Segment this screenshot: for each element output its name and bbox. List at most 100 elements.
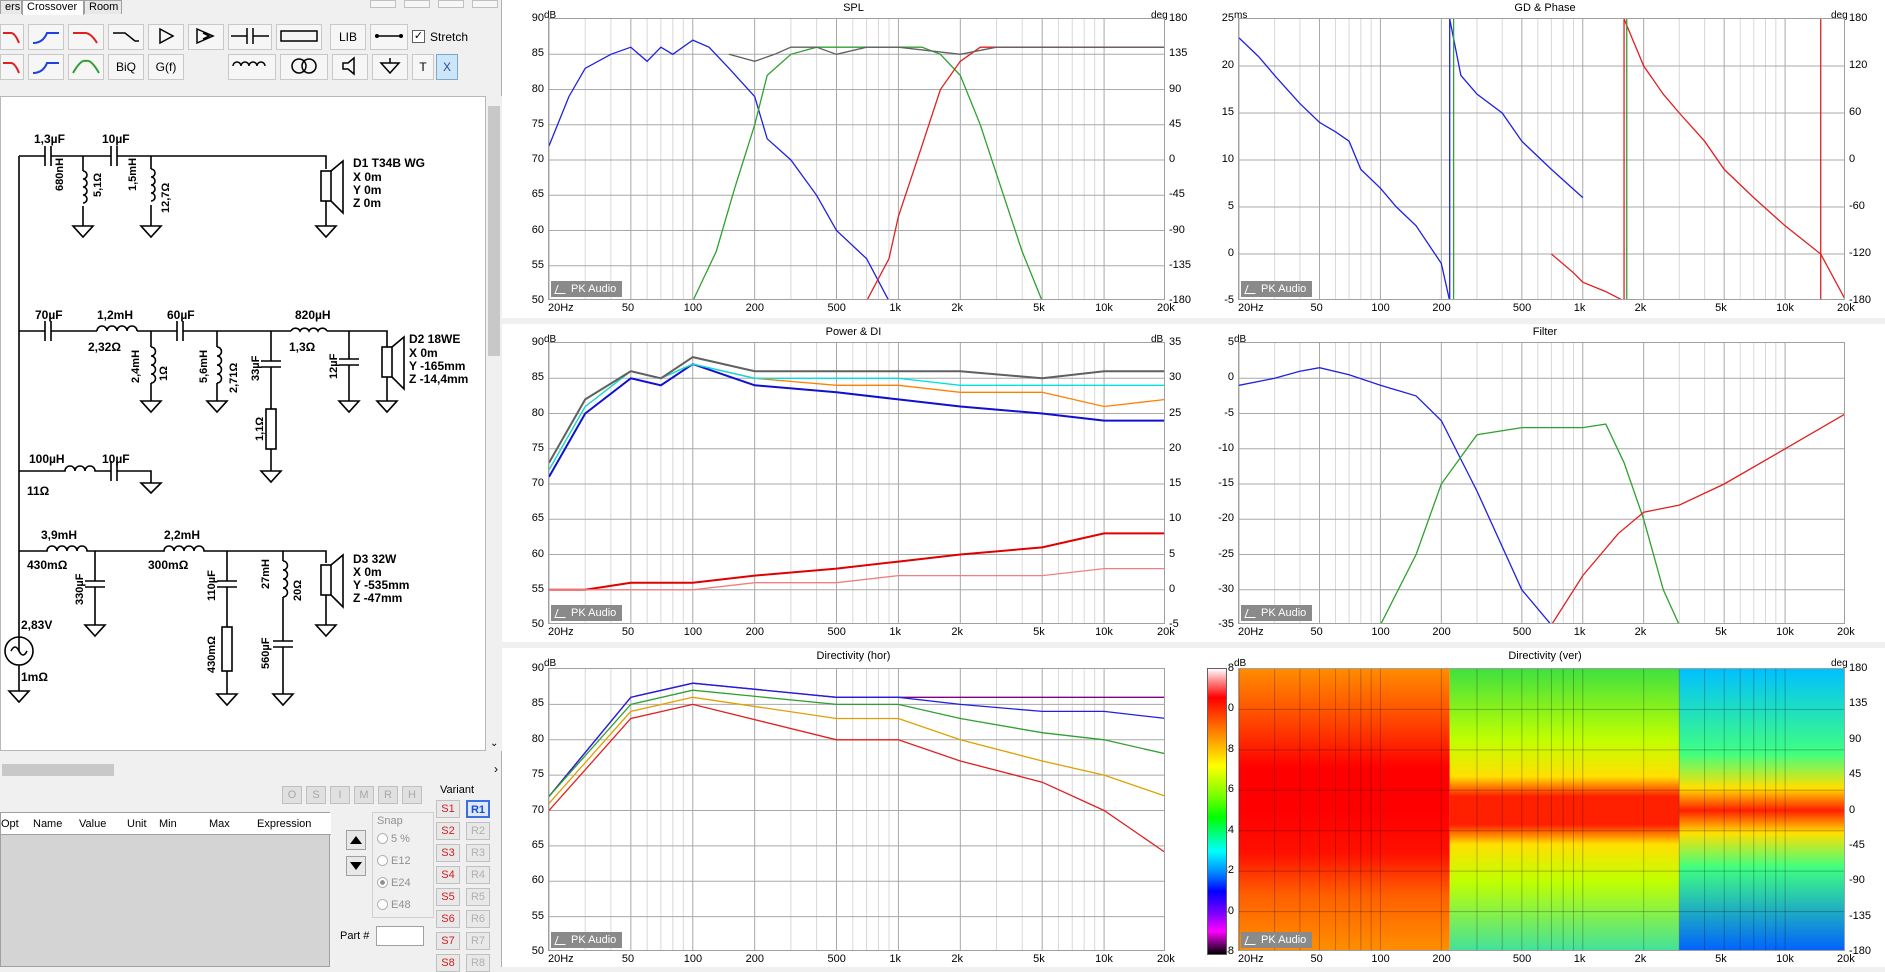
plot-area-gd[interactable]: PK Audio xyxy=(1238,18,1845,300)
amplifier-icon[interactable] xyxy=(188,24,224,50)
schematic-label: Y 0m xyxy=(353,183,381,197)
toolbar-button-d[interactable] xyxy=(472,0,498,8)
variant-s6[interactable]: S6 xyxy=(436,910,460,928)
bandpass-button[interactable] xyxy=(68,54,104,80)
snap-option[interactable]: 5 % xyxy=(377,833,410,845)
shelf-filter-button[interactable] xyxy=(108,24,144,50)
lowpass-red2-button[interactable] xyxy=(68,24,104,50)
schematic-canvas[interactable]: 1,3µF 10µF 680nH 5,1Ω 1,5mH 12,7Ω D1 T34B WG X … xyxy=(0,96,486,751)
tab-crossover[interactable]: Crossover xyxy=(22,0,84,15)
radio-icon[interactable] xyxy=(377,855,388,866)
plot-svg xyxy=(1239,669,1844,950)
capacitor-icon[interactable] xyxy=(228,24,272,50)
x-tick: 10k xyxy=(1776,302,1794,314)
plot-area-filt[interactable]: PK Audio xyxy=(1238,342,1845,624)
schematic-label: 2,2mH xyxy=(164,528,200,542)
text-tool-button[interactable]: T xyxy=(412,54,434,80)
schematic-vertical-scrollbar[interactable]: ⌄ xyxy=(486,96,502,751)
variant-r1[interactable]: R1 xyxy=(466,800,490,818)
move-down-button[interactable] xyxy=(346,856,366,876)
variant-s8[interactable]: S8 xyxy=(436,954,460,972)
parameter-table[interactable]: Opt Name Value Unit Min Max Expression xyxy=(0,812,331,967)
variant-r2[interactable]: R2 xyxy=(466,822,490,840)
optimizer-button-o[interactable]: O xyxy=(282,786,302,804)
vertical-scroll-thumb[interactable] xyxy=(488,106,500,356)
plot-area-dirv[interactable]: PK Audio xyxy=(1238,668,1845,951)
variant-r4[interactable]: R4 xyxy=(466,866,490,884)
speaker-icon[interactable] xyxy=(332,54,368,80)
y-tick-left: 90 xyxy=(531,336,544,348)
y-tick-left: 90 xyxy=(531,12,544,24)
highpass-blue-button[interactable] xyxy=(28,24,64,50)
schematic-label: 2,83V xyxy=(21,618,52,632)
toolbar-button-a[interactable] xyxy=(370,0,396,8)
transformer-icon[interactable] xyxy=(280,54,328,80)
gf-button[interactable]: G(f) xyxy=(148,54,184,80)
y-tick-right: 0 xyxy=(1169,582,1176,595)
panel-title: SPL xyxy=(843,2,864,14)
play-icon[interactable] xyxy=(148,24,184,50)
snap-option[interactable]: E12 xyxy=(377,855,411,867)
horizontal-scroll-thumb[interactable] xyxy=(2,764,114,776)
column-value[interactable]: Value xyxy=(79,818,106,830)
highpass-button-2[interactable] xyxy=(28,54,64,80)
schematic-label: Z -47mm xyxy=(353,591,402,605)
variant-s4[interactable]: S4 xyxy=(436,866,460,884)
column-expression[interactable]: Expression xyxy=(257,818,311,830)
variant-r3[interactable]: R3 xyxy=(466,844,490,862)
scroll-down-icon[interactable]: ⌄ xyxy=(490,738,498,749)
stretch-checkbox[interactable]: ✓ xyxy=(412,30,425,43)
x-tick: 200 xyxy=(1432,953,1451,965)
resistor-icon[interactable] xyxy=(276,24,322,50)
column-min[interactable]: Min xyxy=(159,818,177,830)
optimizer-button-s[interactable]: S xyxy=(306,786,326,804)
move-up-button[interactable] xyxy=(346,830,366,850)
optimizer-button-m[interactable]: M xyxy=(354,786,374,804)
column-max[interactable]: Max xyxy=(209,818,230,830)
y-tick-left: -5 xyxy=(1224,294,1234,306)
optimizer-button-r[interactable]: R xyxy=(378,786,398,804)
toolbar-button-b[interactable] xyxy=(404,0,430,8)
close-x-button[interactable]: X xyxy=(436,54,458,80)
radio-icon[interactable] xyxy=(377,899,388,910)
variant-r8[interactable]: R8 xyxy=(466,954,490,972)
x-tick: 5k xyxy=(1033,626,1045,638)
heatmap-region xyxy=(1449,669,1680,950)
x-tick: 10k xyxy=(1095,302,1113,314)
variant-r7[interactable]: R7 xyxy=(466,932,490,950)
variant-s5[interactable]: S5 xyxy=(436,888,460,906)
tab-room[interactable]: Room xyxy=(84,0,122,14)
column-name[interactable]: Name xyxy=(33,818,62,830)
optimizer-button-h[interactable]: H xyxy=(402,786,422,804)
plot-area-pow[interactable]: PK Audio xyxy=(548,342,1165,624)
wire-icon[interactable] xyxy=(370,24,408,50)
toolbar-button-c[interactable] xyxy=(438,0,464,8)
column-unit[interactable]: Unit xyxy=(127,818,147,830)
lowpass-button-2[interactable] xyxy=(0,54,24,80)
snap-option[interactable]: E24 xyxy=(377,877,411,889)
snap-option[interactable]: E48 xyxy=(377,899,411,911)
variant-r6[interactable]: R6 xyxy=(466,910,490,928)
plot-area-spl[interactable]: PK Audio xyxy=(548,18,1165,300)
variant-r5[interactable]: R5 xyxy=(466,888,490,906)
variant-s2[interactable]: S2 xyxy=(436,822,460,840)
variant-s7[interactable]: S7 xyxy=(436,932,460,950)
inductor-icon[interactable] xyxy=(228,54,276,80)
part-number-input[interactable] xyxy=(376,926,424,946)
scroll-right-icon[interactable]: › xyxy=(494,762,498,776)
schematic-horizontal-scrollbar[interactable]: › xyxy=(0,762,498,778)
radio-icon[interactable] xyxy=(377,833,388,844)
column-opt[interactable]: Opt xyxy=(1,818,19,830)
library-button[interactable]: LIB xyxy=(330,24,366,50)
tab-drivers[interactable]: ers xyxy=(0,0,22,14)
variant-s3[interactable]: S3 xyxy=(436,844,460,862)
ground-icon[interactable] xyxy=(372,54,408,80)
plot-area-dirh[interactable]: PK Audio xyxy=(548,668,1165,951)
biquad-button[interactable]: BiQ xyxy=(108,54,144,80)
lowpass-red-button[interactable] xyxy=(0,24,24,50)
optimizer-button-i[interactable]: I xyxy=(330,786,350,804)
y-tick-left: 0 xyxy=(1227,371,1234,384)
pk-audio-badge: PK Audio xyxy=(1241,281,1313,297)
variant-s1[interactable]: S1 xyxy=(436,800,460,818)
radio-icon[interactable] xyxy=(377,877,388,888)
